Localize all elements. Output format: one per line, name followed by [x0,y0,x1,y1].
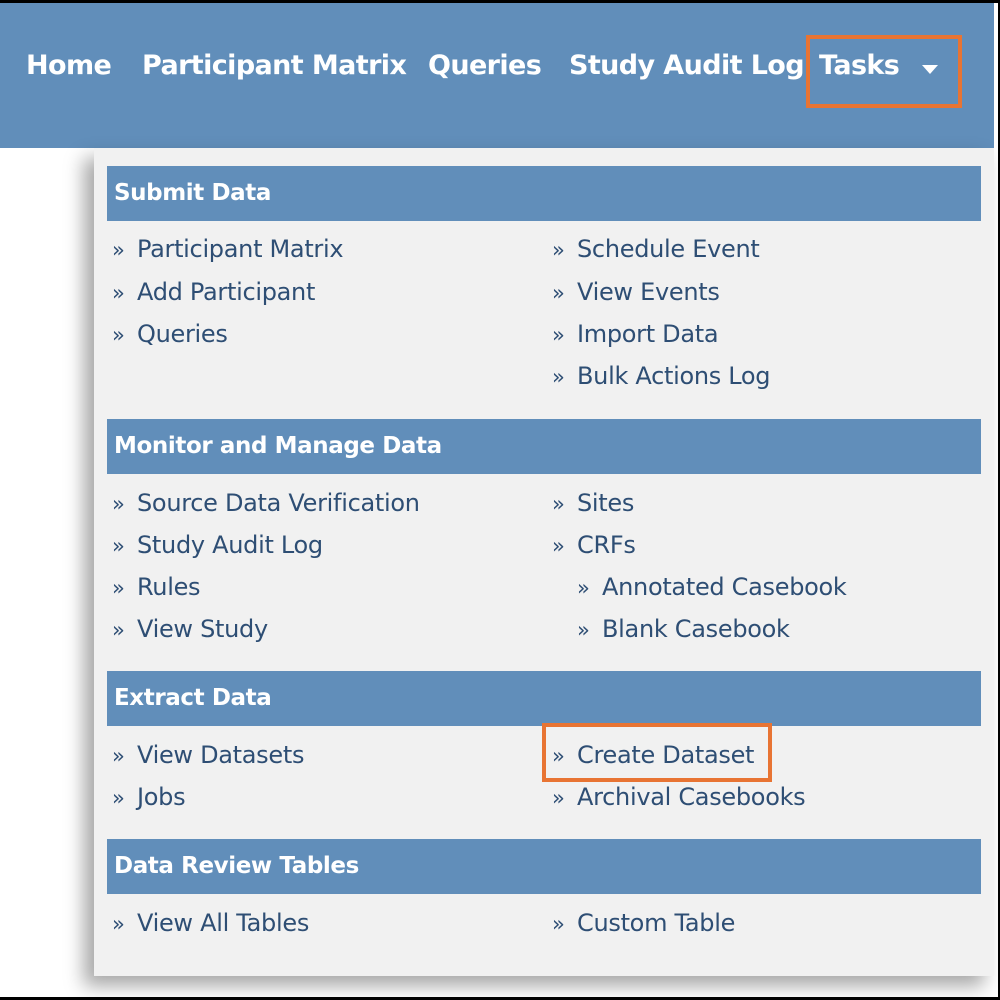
menu-link-label: Schedule Event [577,235,760,263]
menu-link-label: Annotated Casebook [602,573,847,601]
bullet-icon: » [552,238,565,262]
menu-link-label: Archival Casebooks [577,783,806,811]
menu-link-bulk-actions-log[interactable]: » Bulk Actions Log [552,361,771,392]
tasks-dropdown-menu: Submit Data » Participant Matrix » Add Par… [94,148,994,976]
menu-link-blank-casebook[interactable]: » Blank Casebook [577,614,790,645]
bullet-icon: » [112,618,125,642]
menu-link-view-datasets[interactable]: » View Datasets [112,740,304,771]
bullet-icon: » [112,534,125,558]
menu-link-label: Add Participant [137,278,316,306]
menu-link-label: View All Tables [137,909,310,937]
bullet-icon: » [552,281,565,305]
bullet-icon: » [112,576,125,600]
bullet-icon: » [112,492,125,516]
menu-link-label: View Events [577,278,720,306]
menu-link-label: View Study [137,615,268,643]
menu-link-label: View Datasets [137,741,305,769]
menu-link-import-data[interactable]: » Import Data [552,319,719,350]
menu-link-add-participant[interactable]: » Add Participant [112,277,315,308]
nav-home[interactable]: Home [26,50,112,81]
menu-link-create-dataset[interactable]: » Create Dataset [552,740,754,771]
nav-tasks[interactable]: Tasks [819,50,900,81]
menu-link-label: Study Audit Log [137,531,323,559]
section-header-monitor-manage-data: Monitor and Manage Data [107,419,981,474]
menu-link-participant-matrix[interactable]: » Participant Matrix [112,234,344,265]
bullet-icon: » [112,323,125,347]
bullet-icon: » [552,323,565,347]
bullet-icon: » [112,744,125,768]
section-header-data-review-tables: Data Review Tables [107,839,981,894]
menu-link-study-audit-log[interactable]: » Study Audit Log [112,530,323,561]
nav-study-audit-log[interactable]: Study Audit Log [569,50,805,81]
menu-link-label: Jobs [137,783,186,811]
app-window: Home Participant Matrix Queries Study Au… [0,3,998,997]
bullet-icon: » [577,618,590,642]
menu-link-schedule-event[interactable]: » Schedule Event [552,234,760,265]
menu-link-archival-casebooks[interactable]: » Archival Casebooks [552,782,806,813]
bullet-icon: » [552,534,565,558]
bullet-icon: » [552,912,565,936]
menu-link-label: Sites [577,489,635,517]
menu-link-label: Custom Table [577,909,736,937]
menu-link-label: Import Data [577,320,719,348]
menu-link-view-events[interactable]: » View Events [552,277,720,308]
bullet-icon: » [112,238,125,262]
menu-link-label: Blank Casebook [602,615,790,643]
menu-link-view-all-tables[interactable]: » View All Tables [112,908,309,939]
menu-link-label: Bulk Actions Log [577,362,771,390]
menu-link-jobs[interactable]: » Jobs [112,782,186,813]
menu-link-queries[interactable]: » Queries [112,319,228,350]
section-header-submit-data: Submit Data [107,166,981,221]
section-header-extract-data: Extract Data [107,671,981,726]
bullet-icon: » [552,365,565,389]
bullet-icon: » [552,786,565,810]
menu-link-label: Create Dataset [577,741,755,769]
bullet-icon: » [552,492,565,516]
menu-link-annotated-casebook[interactable]: » Annotated Casebook [577,572,847,603]
nav-queries[interactable]: Queries [428,50,542,81]
bullet-icon: » [112,912,125,936]
menu-link-sites[interactable]: » Sites [552,488,634,519]
nav-participant-matrix[interactable]: Participant Matrix [142,50,407,81]
caret-down-icon[interactable] [922,65,938,74]
bullet-icon: » [112,786,125,810]
menu-link-label: Queries [137,320,228,348]
bullet-icon: » [112,281,125,305]
top-navbar: Home Participant Matrix Queries Study Au… [0,3,994,148]
menu-link-label: Participant Matrix [137,235,344,263]
menu-link-crfs[interactable]: » CRFs [552,530,636,561]
menu-link-label: Source Data Verification [137,489,420,517]
bullet-icon: » [577,576,590,600]
menu-link-source-data-verification[interactable]: » Source Data Verification [112,488,420,519]
menu-link-custom-table[interactable]: » Custom Table [552,908,735,939]
bullet-icon: » [552,744,565,768]
menu-link-view-study[interactable]: » View Study [112,614,268,645]
menu-link-label: CRFs [577,531,636,559]
menu-link-rules[interactable]: » Rules [112,572,201,603]
menu-link-label: Rules [137,573,201,601]
